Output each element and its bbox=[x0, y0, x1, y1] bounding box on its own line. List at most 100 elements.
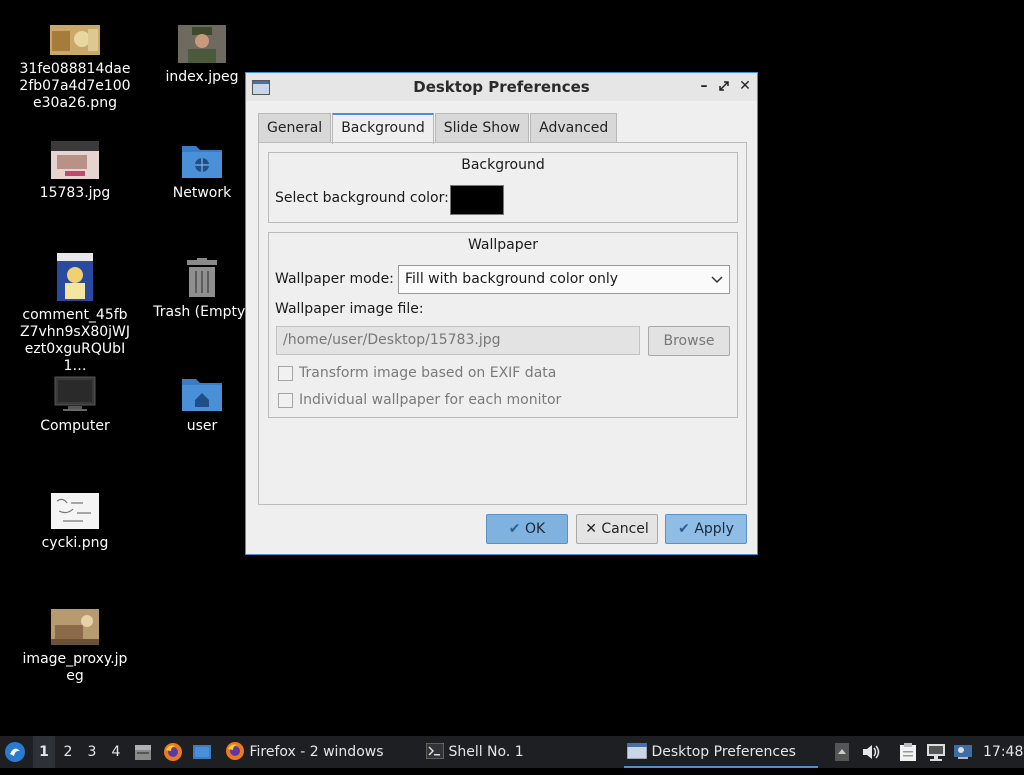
cancel-icon: ✕ bbox=[585, 521, 597, 537]
network-status-button[interactable] bbox=[926, 736, 948, 768]
close-icon[interactable]: ✕ bbox=[736, 77, 754, 95]
wallpaper-mode-value: Fill with background color only bbox=[405, 271, 619, 287]
apply-button[interactable]: ✔ Apply bbox=[665, 514, 747, 544]
desktop-icon-trash[interactable]: Trash (Empty) bbox=[142, 258, 262, 321]
workspace-1[interactable]: 1 bbox=[33, 736, 55, 768]
clipboard-button[interactable] bbox=[899, 736, 921, 768]
desktop-preferences-dialog: Desktop Preferences – ✕ General Backgrou… bbox=[245, 72, 758, 555]
wallpaper-mode-label: Wallpaper mode: bbox=[275, 271, 394, 287]
desktop-icon-label: image_proxy.jpeg bbox=[22, 651, 128, 684]
wallpaper-file-field[interactable]: /home/user/Desktop/15783.jpg bbox=[276, 326, 640, 355]
chevron-down-icon bbox=[711, 266, 723, 293]
task-firefox-label: Firefox - 2 windows bbox=[249, 744, 384, 760]
task-desktop-preferences-label: Desktop Preferences bbox=[651, 744, 796, 760]
desktop-icon-image-proxy[interactable]: image_proxy.jpeg bbox=[15, 609, 135, 685]
task-shell-label: Shell No. 1 bbox=[448, 744, 524, 760]
wallpaper-group: Wallpaper Wallpaper mode: Fill with back… bbox=[268, 232, 738, 418]
trash-icon bbox=[187, 258, 217, 297]
minimize-icon[interactable]: – bbox=[695, 77, 713, 95]
tab-pane-background: Background Select background color: Wall… bbox=[258, 142, 747, 505]
start-menu-icon bbox=[5, 742, 25, 762]
home-folder-icon bbox=[182, 379, 222, 411]
image-thumbnail-icon bbox=[51, 141, 99, 179]
wallpaper-mode-select[interactable]: Fill with background color only bbox=[398, 265, 730, 294]
taskbar: 1 2 3 4 Firefox - 2 windows Shell No. 1 … bbox=[0, 736, 1024, 768]
desktop-icon-label: Computer bbox=[40, 418, 110, 434]
screen-lock-icon bbox=[954, 745, 972, 759]
check-icon: ✔ bbox=[508, 521, 521, 537]
tray-arrow-icon bbox=[835, 743, 849, 761]
wallpaper-file-label: Wallpaper image file: bbox=[275, 301, 424, 317]
window-title: Desktop Preferences bbox=[413, 78, 590, 96]
user-status-button[interactable] bbox=[953, 736, 973, 768]
desktop-icon-network[interactable]: Network bbox=[142, 141, 262, 202]
window-icon bbox=[626, 742, 648, 759]
tab-bar: General Background Slide Show Advanced bbox=[258, 113, 618, 144]
tab-slide-show[interactable]: Slide Show bbox=[434, 113, 530, 142]
background-color-label: Select background color: bbox=[275, 190, 449, 206]
desktop-icon-label: user bbox=[186, 418, 218, 434]
desktop-icon-label: comment_45fbZ7vhn9sX80jWJezt0xguRQUbI1… bbox=[20, 307, 130, 374]
ok-button[interactable]: ✔ OK bbox=[486, 514, 568, 544]
background-group-title: Background bbox=[461, 157, 545, 173]
clock[interactable]: 17:48 bbox=[983, 736, 1023, 768]
desktop-icon-cycki-png[interactable]: cycki.png bbox=[15, 493, 135, 552]
desktop-icon-label: cycki.png bbox=[41, 535, 109, 551]
desktop-icon bbox=[193, 745, 211, 759]
individual-wallpaper-label: Individual wallpaper for each monitor bbox=[299, 392, 562, 408]
firefox-icon bbox=[226, 741, 244, 760]
network-folder-icon bbox=[182, 146, 222, 178]
desktop-icon-label: Trash (Empty) bbox=[153, 304, 251, 320]
volume-icon bbox=[863, 745, 880, 759]
tab-advanced[interactable]: Advanced bbox=[530, 113, 618, 142]
volume-button[interactable] bbox=[862, 736, 882, 768]
cancel-button-label: Cancel bbox=[601, 521, 649, 537]
desktop-icon-label: 31fe088814dae2fb07a4d7e100e30a26.png bbox=[19, 61, 131, 111]
firefox-launcher[interactable] bbox=[163, 736, 185, 768]
image-thumbnail-icon bbox=[178, 25, 226, 63]
image-thumbnail-icon bbox=[51, 609, 99, 645]
browse-button[interactable]: Browse bbox=[648, 326, 730, 356]
desktop-icon-user[interactable]: user bbox=[142, 376, 262, 435]
background-group: Background Select background color: bbox=[268, 152, 738, 223]
file-manager-launcher[interactable] bbox=[133, 736, 155, 768]
clipboard-icon bbox=[900, 743, 916, 761]
image-thumbnail-icon bbox=[50, 25, 100, 55]
tab-background[interactable]: Background bbox=[332, 113, 434, 144]
desktop-icon-label: Network bbox=[172, 185, 232, 201]
ok-button-label: OK bbox=[524, 521, 546, 537]
workspace-4[interactable]: 4 bbox=[105, 736, 127, 768]
wallpaper-group-title: Wallpaper bbox=[467, 237, 539, 253]
desktop-icon-index-jpeg[interactable]: index.jpeg bbox=[142, 25, 262, 86]
check-icon: ✔ bbox=[678, 521, 690, 537]
terminal-icon bbox=[425, 742, 445, 759]
file-manager-icon bbox=[135, 745, 151, 760]
desktop-icon-label: index.jpeg bbox=[165, 69, 239, 85]
show-desktop-launcher[interactable] bbox=[192, 736, 214, 768]
task-shell[interactable]: Shell No. 1 bbox=[425, 736, 616, 768]
desktop-icon-computer[interactable]: Computer bbox=[15, 376, 135, 435]
tray-notification-toggle[interactable] bbox=[835, 736, 851, 768]
desktop-icon-15783-jpg[interactable]: 15783.jpg bbox=[15, 141, 135, 202]
tab-general[interactable]: General bbox=[258, 113, 332, 142]
workspace-2[interactable]: 2 bbox=[57, 736, 79, 768]
exif-checkbox-label: Transform image based on EXIF data bbox=[299, 365, 557, 381]
cancel-button[interactable]: ✕ Cancel bbox=[576, 514, 658, 544]
desktop-icon-comment-image[interactable]: comment_45fbZ7vhn9sX80jWJezt0xguRQUbI1… bbox=[15, 253, 135, 375]
network-wired-icon bbox=[927, 744, 945, 761]
workspace-3[interactable]: 3 bbox=[81, 736, 103, 768]
individual-wallpaper-checkbox[interactable] bbox=[278, 393, 293, 408]
computer-icon bbox=[54, 376, 96, 411]
title-bar[interactable]: Desktop Preferences – ✕ bbox=[246, 73, 757, 101]
image-thumbnail-icon bbox=[57, 253, 93, 301]
task-firefox[interactable]: Firefox - 2 windows bbox=[225, 736, 415, 768]
background-color-button[interactable] bbox=[450, 185, 504, 215]
exif-checkbox[interactable] bbox=[278, 366, 293, 381]
maximize-icon[interactable] bbox=[715, 77, 733, 95]
desktop-icon-31fe-png[interactable]: 31fe088814dae2fb07a4d7e100e30a26.png bbox=[15, 25, 135, 112]
task-desktop-preferences[interactable]: Desktop Preferences bbox=[624, 736, 818, 768]
image-thumbnail-icon bbox=[51, 493, 99, 529]
start-menu-button[interactable] bbox=[4, 736, 30, 768]
desktop-icon-label: 15783.jpg bbox=[39, 185, 111, 201]
apply-button-label: Apply bbox=[694, 521, 734, 537]
